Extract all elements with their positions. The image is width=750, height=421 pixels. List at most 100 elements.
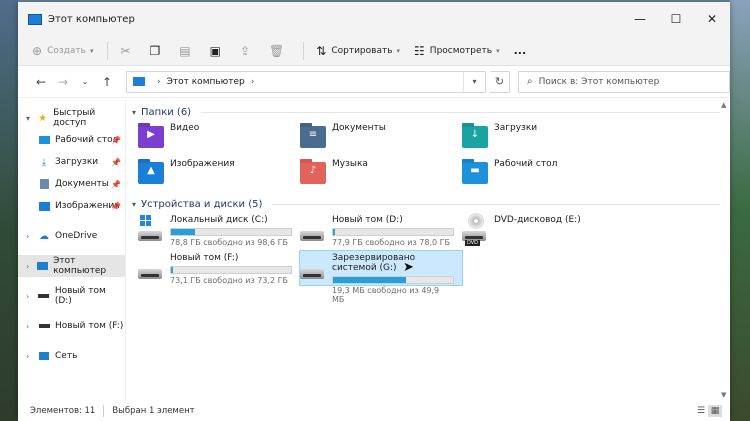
scroll-down-icon[interactable]: ▼ (721, 391, 726, 399)
view-label: Просмотреть (429, 45, 493, 56)
pin-icon: 📌 (111, 201, 121, 211)
drive-d[interactable]: Новый том (D:) 77,9 ГБ свободно из 78,0 … (300, 213, 462, 247)
folders-group-header[interactable]: ▾ Папки (6) (132, 103, 730, 121)
folder-label: Документы (332, 123, 386, 133)
sidebar-item-label: Документы (55, 179, 109, 189)
network-icon (38, 351, 50, 361)
status-divider (103, 405, 105, 417)
paste-button[interactable]: ▤ (179, 44, 195, 58)
folder-label: Музыка (332, 159, 368, 169)
drive-label: Зарезервировано системой (G:) (332, 253, 416, 273)
dvd-badge: DVD (465, 240, 481, 246)
sidebar-item-desktop[interactable]: Рабочий стол 📌 (18, 129, 125, 151)
forward-button[interactable]: → (52, 75, 74, 89)
sidebar-item-pictures[interactable]: Изображения 📌 (18, 195, 125, 217)
vertical-scrollbar[interactable]: ▲ ▼ (720, 99, 730, 401)
status-selected: Выбран 1 элемент (112, 406, 195, 416)
breadcrumb-separator-icon: › (157, 76, 161, 87)
close-button[interactable]: ✕ (694, 2, 730, 36)
chevron-down-icon: ▾ (89, 46, 94, 55)
drive-usage-bar (332, 276, 454, 284)
details-view-icon[interactable]: ☰ (694, 405, 708, 417)
scroll-up-icon[interactable]: ▲ (721, 101, 726, 109)
sidebar-item-drive-f[interactable]: › Новый том (F:) (18, 315, 125, 337)
folder-downloads[interactable]: ↓ Загрузки (462, 121, 624, 153)
share-button[interactable]: ⇪ (240, 44, 255, 58)
sidebar-item-label: Изображения (55, 201, 120, 211)
folder-video[interactable]: ▶ Видео (138, 121, 300, 153)
content-pane: ▾ Папки (6) ▶ Видео ≡ Документы ↓ Загруз… (126, 99, 730, 401)
chevron-down-icon[interactable]: ▾ (132, 108, 136, 117)
address-bar[interactable]: › Этот компьютер › ▾ (126, 70, 486, 93)
folders-grid: ▶ Видео ≡ Документы ↓ Загрузки ▲ Изображ… (132, 121, 730, 189)
sidebar-item-downloads[interactable]: ⤓ Загрузки 📌 (18, 151, 125, 173)
documents-icon (38, 179, 50, 189)
sidebar-item-quick-access[interactable]: ▾ ★ Быстрый доступ (18, 107, 125, 129)
chevron-down-icon[interactable]: ▾ (132, 200, 136, 209)
documents-folder-icon: ≡ (300, 126, 326, 148)
copy-button[interactable]: ❐ (150, 44, 166, 58)
sidebar-item-label: Этот компьютер (53, 256, 107, 276)
folder-label: Рабочий стол (494, 159, 558, 169)
drive-g[interactable]: Зарезервировано системой (G:) 19,3 МБ св… (299, 250, 463, 304)
title-bar[interactable]: Этот компьютер — ☐ ✕ (18, 2, 730, 36)
chevron-down-icon: ▾ (396, 46, 401, 55)
chevron-right-icon[interactable]: › (26, 292, 38, 301)
delete-button[interactable]: 🗑 (269, 44, 289, 58)
sidebar-item-documents[interactable]: Документы 📌 (18, 173, 125, 195)
sidebar-item-this-pc[interactable]: › Этот компьютер (18, 255, 125, 277)
maximize-button[interactable]: ☐ (658, 2, 694, 36)
rename-button[interactable]: ▣ (210, 44, 226, 58)
recent-locations-button[interactable]: ⌄ (74, 77, 96, 86)
drive-f[interactable]: Новый том (F:) 73,1 ГБ свободно из 73,2 … (138, 251, 300, 285)
drive-free-space: 19,3 МБ свободно из 49,9 МБ (332, 286, 440, 304)
drive-icon (300, 223, 326, 243)
up-button[interactable]: ↑ (96, 75, 118, 89)
sidebar-item-label: Новый том (D:) (54, 286, 106, 306)
drive-label: Новый том (F:) (170, 253, 239, 263)
sort-button[interactable]: ⇅ Сортировать ▾ (316, 44, 400, 58)
sidebar-item-drive-d[interactable]: › Новый том (D:) (18, 285, 125, 307)
search-placeholder: Поиск в: Этот компьютер (538, 76, 660, 87)
view-button[interactable]: ☷ Просмотреть ▾ (414, 44, 500, 58)
create-button[interactable]: ⊕ Создать ▾ (32, 44, 93, 58)
toolbar-divider (303, 41, 305, 60)
view-icon: ☷ (414, 43, 425, 58)
main-area: ▾ ★ Быстрый доступ Рабочий стол 📌 ⤓ Загр… (18, 99, 730, 401)
sidebar-item-network[interactable]: › Сеть (18, 345, 125, 367)
chevron-right-icon[interactable]: › (26, 322, 38, 331)
drives-group-header[interactable]: ▾ Устройства и диски (5) (132, 195, 730, 213)
mouse-cursor-icon: ➤ (403, 260, 414, 275)
chevron-right-icon[interactable]: › (26, 232, 38, 241)
chevron-down-icon: ▾ (496, 46, 500, 55)
cut-button[interactable]: ✂ (120, 44, 135, 58)
star-icon: ★ (38, 112, 48, 124)
folder-music[interactable]: ♪ Музыка (300, 157, 462, 189)
chevron-right-icon[interactable]: › (26, 262, 37, 271)
tiles-view-icon[interactable]: ▦ (708, 405, 722, 417)
sidebar-item-onedrive[interactable]: › ☁ OneDrive (18, 225, 125, 247)
chevron-right-icon[interactable]: › (26, 352, 38, 361)
breadcrumb-this-pc[interactable]: Этот компьютер (167, 77, 245, 87)
dvd-drive-icon: DVD (462, 213, 488, 246)
drive-e-dvd[interactable]: DVD DVD-дисковод (E:) (462, 213, 624, 247)
folder-desktop[interactable]: ▬ Рабочий стол (462, 157, 624, 189)
downloads-folder-icon: ↓ (462, 126, 488, 148)
computer-icon (133, 77, 145, 86)
folder-documents[interactable]: ≡ Документы (300, 121, 462, 153)
download-icon: ⤓ (41, 156, 47, 168)
minimize-button[interactable]: — (622, 2, 658, 36)
address-dropdown-button[interactable]: ▾ (463, 71, 485, 92)
drive-free-space: 78,8 ГБ свободно из 98,6 ГБ (170, 238, 289, 247)
refresh-button[interactable]: ↻ (490, 70, 510, 93)
folder-pictures[interactable]: ▲ Изображения (138, 157, 300, 189)
drive-usage-bar (170, 228, 292, 236)
drive-c[interactable]: Локальный диск (C:) 78,8 ГБ свободно из … (138, 213, 300, 247)
drives-grid: Локальный диск (C:) 78,8 ГБ свободно из … (132, 213, 730, 304)
chevron-down-icon[interactable]: ▾ (26, 114, 37, 123)
drive-icon (300, 261, 326, 281)
more-options-button[interactable]: ... (514, 44, 527, 57)
search-input[interactable]: ⌕ Поиск в: Этот компьютер (518, 70, 730, 93)
desktop-background-left (0, 0, 18, 421)
back-button[interactable]: ← (30, 75, 52, 89)
